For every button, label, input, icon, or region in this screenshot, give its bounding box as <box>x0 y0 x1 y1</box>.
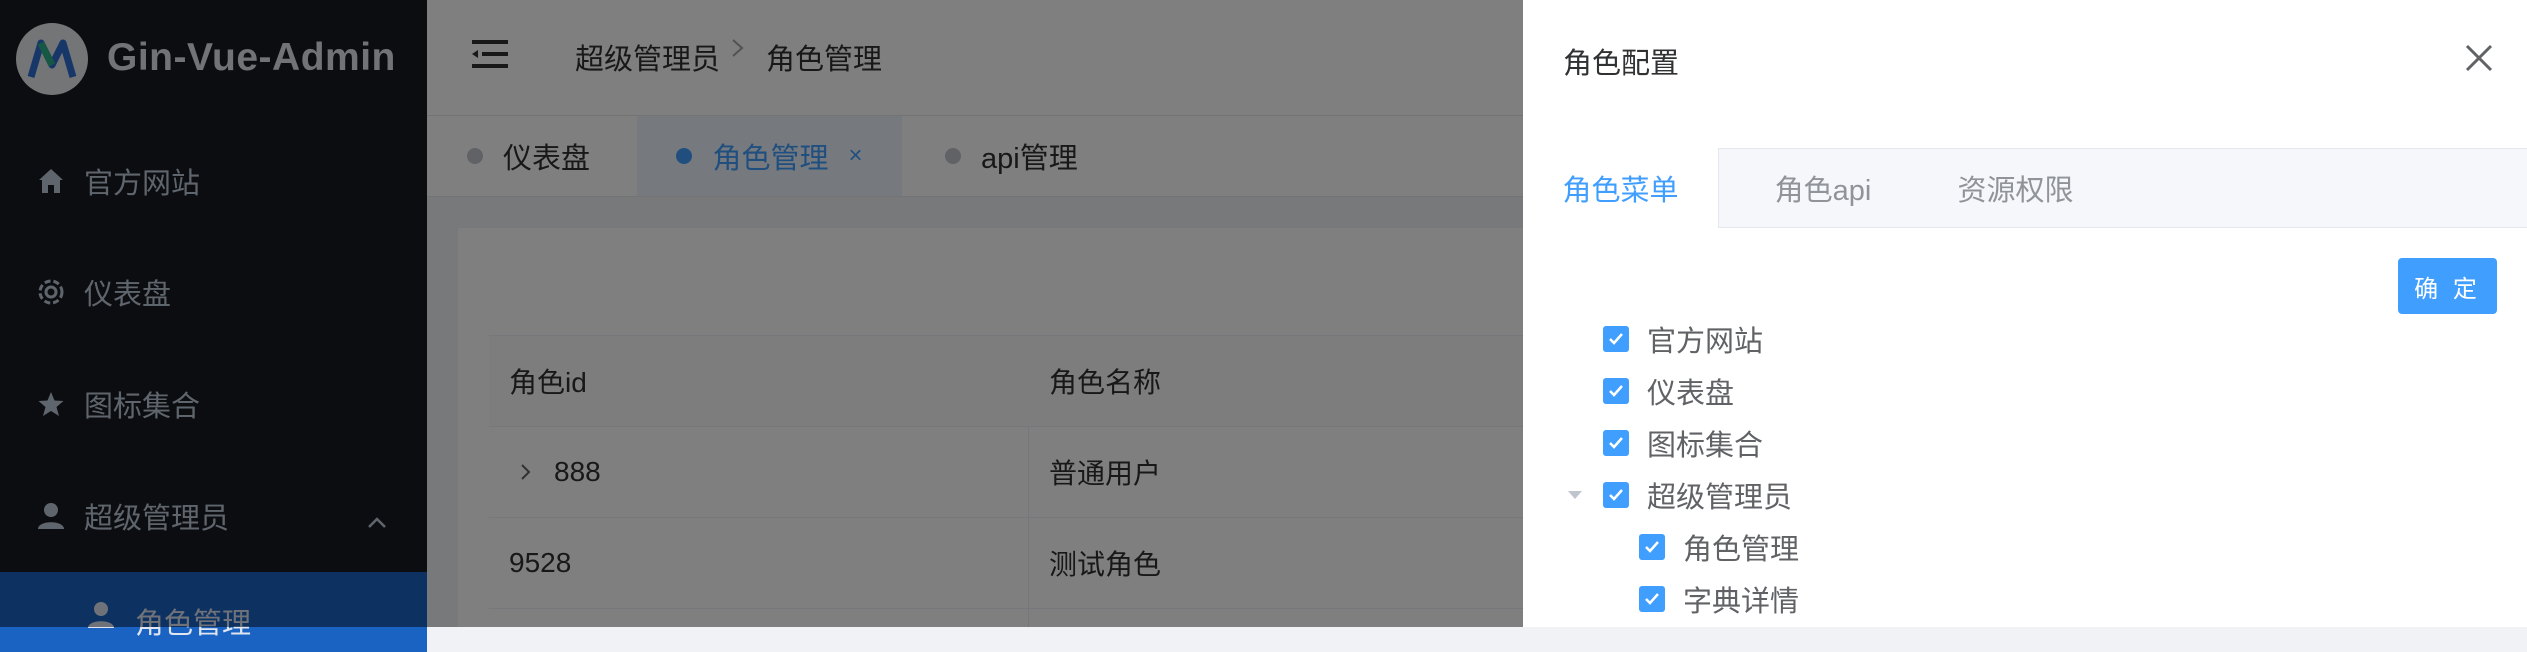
checkbox-checked-icon[interactable] <box>1603 378 1629 404</box>
tree-node-official-site[interactable]: 官方网站 <box>1603 316 1763 362</box>
tree-node-dashboard[interactable]: 仪表盘 <box>1603 368 1734 414</box>
caret-down-icon[interactable] <box>1567 490 1583 500</box>
tree-node-label: 字典详情 <box>1683 586 1800 618</box>
checkbox-checked-icon[interactable] <box>1639 586 1665 612</box>
tab-resource-permission[interactable]: 资源权限 <box>1918 149 2113 227</box>
tree-node-super-admin[interactable]: 超级管理员 <box>1567 472 1792 518</box>
drawer-tabs: 角色菜单 角色api 资源权限 <box>1523 148 2527 228</box>
tab-role-menu[interactable]: 角色菜单 <box>1523 148 1719 228</box>
tab-role-api[interactable]: 角色api <box>1733 149 1913 227</box>
tree-node-label: 官方网站 <box>1647 326 1764 358</box>
role-config-drawer: 角色配置 角色菜单 角色api 资源权限 确 定 官方网站 仪表盘 图标集合 超… <box>1523 0 2527 627</box>
checkbox-checked-icon[interactable] <box>1639 534 1665 560</box>
tree-node-label: 图标集合 <box>1647 430 1764 462</box>
tree-node-label: 角色管理 <box>1683 534 1800 566</box>
checkbox-checked-icon[interactable] <box>1603 326 1629 352</box>
checkbox-checked-icon[interactable] <box>1603 482 1629 508</box>
tree-node-icons[interactable]: 图标集合 <box>1603 420 1763 466</box>
tree-node-role-management[interactable]: 角色管理 <box>1639 524 1799 570</box>
tree-node-label: 超级管理员 <box>1647 482 1793 514</box>
confirm-button[interactable]: 确 定 <box>2398 258 2497 314</box>
checkbox-checked-icon[interactable] <box>1603 430 1629 456</box>
tree-node-label: 仪表盘 <box>1647 378 1735 410</box>
drawer-title: 角色配置 <box>1563 48 1680 80</box>
close-icon[interactable] <box>2461 40 2497 76</box>
tree-node-dict-detail[interactable]: 字典详情 <box>1639 576 1799 622</box>
